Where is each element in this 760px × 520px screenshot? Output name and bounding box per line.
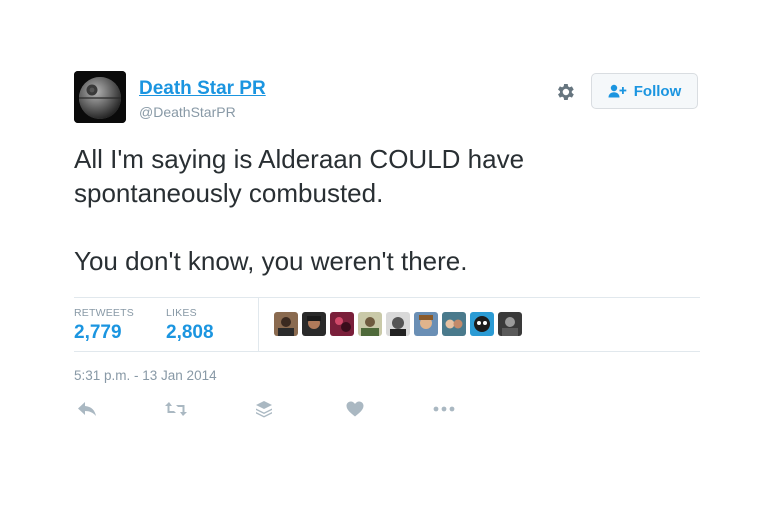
liker-avatar[interactable] bbox=[442, 312, 466, 336]
gear-icon[interactable] bbox=[554, 81, 576, 103]
tweet-card: Death Star PR @DeathStarPR Follow All I'… bbox=[0, 0, 760, 520]
display-name[interactable]: Death Star PR bbox=[139, 78, 266, 100]
add-user-icon bbox=[608, 84, 628, 98]
stats-divider bbox=[258, 298, 259, 351]
liker-avatar[interactable] bbox=[274, 312, 298, 336]
retweets-label: RETWEETS bbox=[74, 307, 134, 319]
stack-icon[interactable] bbox=[251, 396, 277, 422]
liker-avatar[interactable] bbox=[330, 312, 354, 336]
more-icon[interactable] bbox=[431, 396, 457, 422]
heart-icon[interactable] bbox=[342, 396, 368, 422]
tweet-timestamp[interactable]: 5:31 p.m. - 13 Jan 2014 bbox=[74, 368, 217, 384]
liker-avatar[interactable] bbox=[358, 312, 382, 336]
liker-avatar[interactable] bbox=[414, 312, 438, 336]
tweet-stats: RETWEETS 2,779 LIKES 2,808 bbox=[74, 297, 700, 352]
likes-label: LIKES bbox=[166, 307, 197, 319]
avatar[interactable] bbox=[74, 71, 126, 123]
follow-label: Follow bbox=[633, 82, 682, 100]
liker-avatar[interactable] bbox=[470, 312, 494, 336]
retweet-icon[interactable] bbox=[163, 396, 189, 422]
retweets-stat[interactable]: RETWEETS 2,779 bbox=[74, 307, 134, 344]
likes-stat[interactable]: LIKES 2,808 bbox=[166, 307, 214, 344]
tweet-text: All I'm saying is Alderaan COULD have sp… bbox=[74, 142, 674, 278]
reply-icon[interactable] bbox=[74, 396, 100, 422]
retweets-count: 2,779 bbox=[74, 322, 122, 343]
tweet-paragraph: You don't know, you weren't there. bbox=[74, 246, 468, 276]
liker-avatar[interactable] bbox=[302, 312, 326, 336]
follow-button[interactable]: Follow bbox=[591, 73, 698, 109]
liker-avatars bbox=[274, 312, 522, 336]
likes-count: 2,808 bbox=[166, 322, 214, 343]
tweet-paragraph: All I'm saying is Alderaan COULD have sp… bbox=[74, 144, 525, 208]
user-handle: @DeathStarPR bbox=[139, 104, 236, 120]
liker-avatar[interactable] bbox=[386, 312, 410, 336]
liker-avatar[interactable] bbox=[498, 312, 522, 336]
